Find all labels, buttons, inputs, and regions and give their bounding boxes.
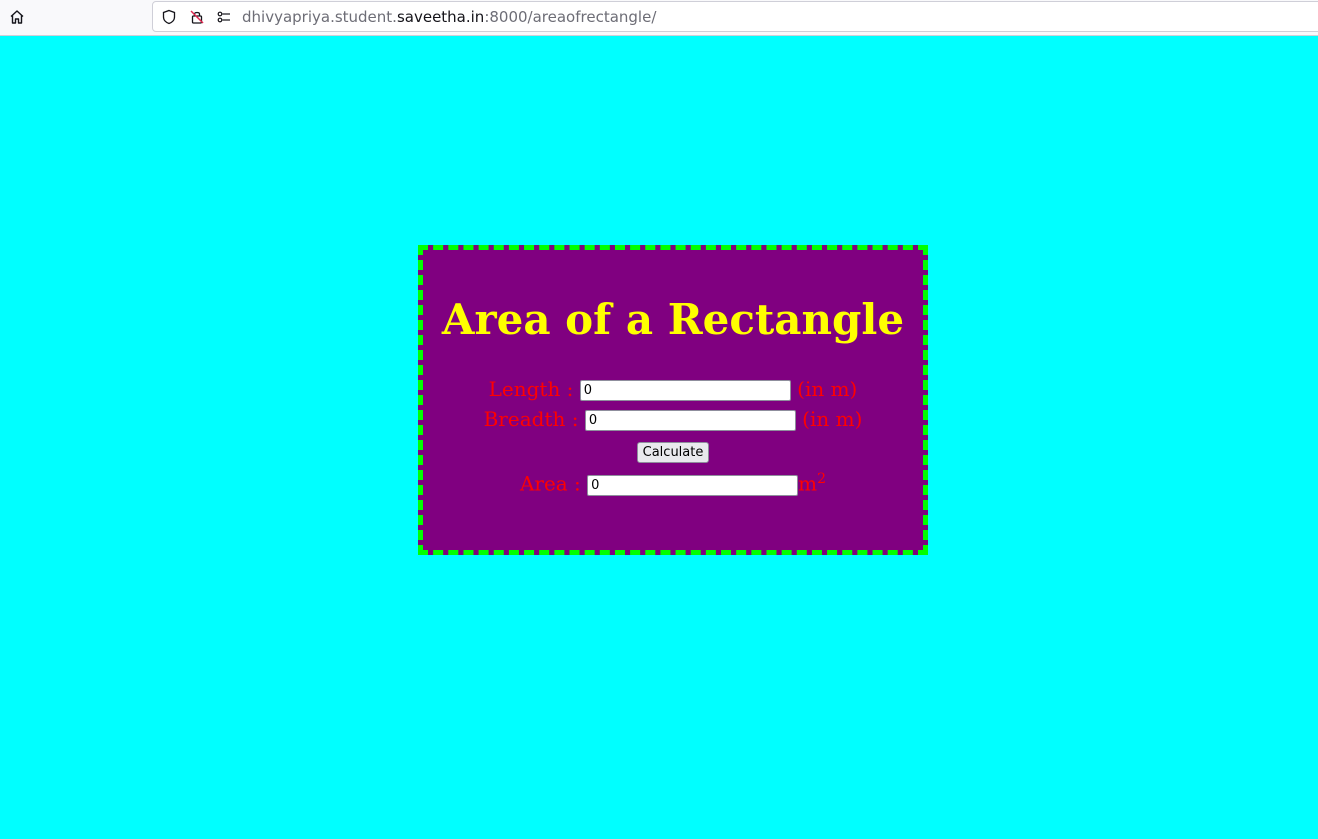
- length-unit: (in m): [797, 377, 858, 401]
- length-input[interactable]: [579, 380, 791, 401]
- shield-icon[interactable]: [160, 8, 178, 26]
- calculate-button[interactable]: Calculate: [636, 442, 710, 463]
- breadth-unit: (in m): [802, 407, 863, 431]
- url-text[interactable]: dhivyapriya.student.saveetha.in:8000/are…: [242, 8, 656, 26]
- area-row: Area : m2: [423, 467, 923, 496]
- area-unit-power: 2: [817, 471, 827, 487]
- calculator-card: Area of a Rectangle Length : (in m) Brea…: [418, 245, 928, 555]
- length-label: Length :: [488, 377, 574, 401]
- page-viewport: Area of a Rectangle Length : (in m) Brea…: [0, 36, 1318, 839]
- home-icon[interactable]: [6, 6, 28, 28]
- url-bar[interactable]: dhivyapriya.student.saveetha.in:8000/are…: [152, 1, 1318, 32]
- area-label: Area :: [519, 471, 581, 496]
- url-domain: saveetha.in: [396, 8, 485, 26]
- calculate-row: Calculate: [423, 437, 923, 463]
- permissions-icon[interactable]: [215, 8, 233, 26]
- url-path: :8000/areaofrectangle/: [484, 8, 657, 26]
- breadth-input[interactable]: [584, 410, 796, 431]
- breadth-row: Breadth : (in m): [423, 407, 923, 431]
- browser-toolbar: dhivyapriya.student.saveetha.in:8000/are…: [0, 0, 1318, 36]
- url-prefix: dhivyapriya.student.: [242, 8, 397, 26]
- tracking-off-icon[interactable]: [188, 8, 206, 26]
- area-unit: m: [798, 471, 818, 496]
- page-title: Area of a Rectangle: [441, 295, 905, 344]
- area-output[interactable]: [587, 474, 799, 496]
- length-row: Length : (in m): [423, 377, 923, 401]
- breadth-label: Breadth :: [483, 407, 579, 431]
